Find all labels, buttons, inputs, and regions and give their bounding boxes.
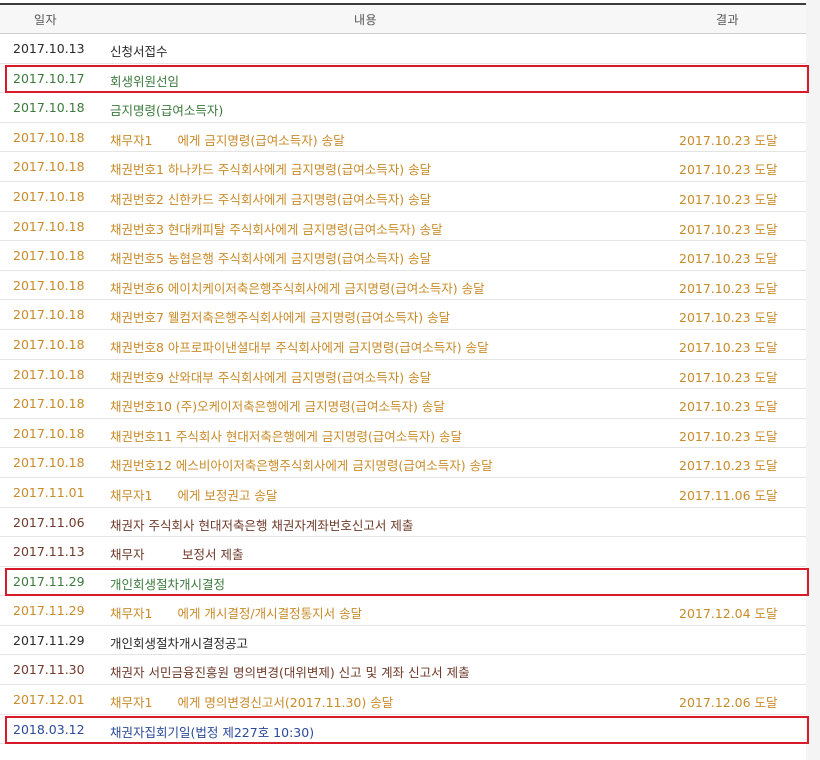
row-date: 2017.11.29 [13, 603, 85, 619]
table-row: 2017.10.18 채권번호9 산와대부 주식회사에게 금지명령(급여소득자) … [0, 360, 806, 390]
row-content: 채무자1 에게 보정권고 송달 [110, 487, 278, 503]
case-progress-table: 일자 내용 결과 2017.10.13 신청서접수 2017.10.17 회생위원선임… [0, 0, 806, 760]
row-content: 채권번호3 현대캐피탈 주식회사에게 금지명령(급여소득자) 송달 [110, 221, 443, 237]
row-content: 신청서접수 [110, 44, 168, 59]
row-content: 채권번호11 주식회사 현대저축은행에게 금지명령(급여소득자) 송달 [110, 428, 463, 444]
table-row: 2017.11.01 채무자1 에게 보정권고 송달 2017.11.06 도달 [0, 478, 806, 508]
table-row: 2017.10.18 채무자1 에게 금지명령(급여소득자) 송달 2017.10.… [0, 123, 806, 153]
table-row: 2017.11.06 채권자 주식회사 현대저축은행 채권자계좌번호신고서 제출 [0, 508, 806, 538]
row-content: 채권번호6 에이치케이저축은행주식회사에게 금지명령(급여소득자) 송달 [110, 280, 485, 296]
row-content: 채권자집회기일(법정 제227호 10:30) [110, 724, 315, 740]
row-content: 채권자 주식회사 현대저축은행 채권자계좌번호신고서 제출 [110, 517, 414, 533]
table-row: 2017.10.18 채권번호8 아프로파이낸셜대부 주식회사에게 금지명령(급여… [0, 330, 806, 360]
table-row: 2017.11.29 개인회생절차개시결정공고 [0, 626, 806, 656]
table-row: 2017.10.18 채권번호7 웰컴저축은행주식회사에게 금지명령(급여소득자)… [0, 300, 806, 330]
row-content: 채무자1 에게 개시결정/개시결정통지서 송달 [110, 606, 363, 622]
row-result: 2017.10.23 도달 [679, 399, 778, 415]
row-result: 2017.10.23 도달 [679, 191, 778, 207]
row-content: 채무자 보정서 제출 [110, 547, 244, 563]
row-content: 채권번호10 (주)오케이저축은행에게 금지명령(급여소득자) 송달 [110, 399, 445, 415]
row-content: 채권번호9 산와대부 주식회사에게 금지명령(급여소득자) 송달 [110, 369, 432, 385]
row-date: 2017.10.18 [13, 455, 85, 471]
row-date: 2017.10.13 [13, 41, 85, 56]
table-row: 2017.10.18 채권번호2 신한카드 주식회사에게 금지명령(급여소득자) … [0, 182, 806, 212]
row-date: 2018.03.12 [13, 721, 85, 737]
table-row: 2017.12.01 채무자1 에게 명의변경신고서(2017.11.30) 송달… [0, 685, 806, 715]
row-date: 2017.10.18 [13, 277, 85, 293]
table-row: 2017.10.13 신청서접수 [0, 34, 806, 64]
row-content: 채권자 서민금융진흥원 명의변경(대위변제) 신고 및 계좌 신고서 제출 [110, 665, 470, 681]
header-content: 내용 [354, 13, 378, 27]
row-result: 2017.10.23 도달 [679, 221, 778, 237]
row-content: 채무자1 에게 명의변경신고서(2017.11.30) 송달 [110, 695, 394, 711]
row-date: 2017.10.18 [13, 396, 85, 412]
table-row: 2017.11.29 채무자1 에게 개시결정/개시결정통지서 송달 2017.12… [0, 596, 806, 626]
row-date: 2017.10.18 [13, 366, 85, 382]
row-date: 2017.10.18 [13, 336, 85, 352]
table-row: 2017.10.18 채권번호11 주식회사 현대저축은행에게 금지명령(급여소득… [0, 419, 806, 449]
row-date: 2017.10.18 [13, 248, 85, 264]
row-result: 2017.10.23 도달 [679, 251, 778, 267]
row-result: 2017.10.23 도달 [679, 428, 778, 444]
row-content: 채권번호12 에스비아이저축은행주식회사에게 금지명령(급여소득자) 송달 [110, 458, 493, 474]
header-result: 결과 [716, 13, 740, 27]
table-row: 2017.10.18 채권번호12 에스비아이저축은행주식회사에게 금지명령(급여… [0, 448, 806, 478]
row-date: 2017.11.01 [13, 484, 85, 500]
table-body: 2017.10.13 신청서접수 2017.10.17 회생위원선임 2017.10.1… [0, 34, 806, 745]
row-result: 2017.10.23 도달 [679, 458, 778, 474]
table-row: 2017.10.18 채권번호10 (주)오케이저축은행에게 금지명령(급여소득자… [0, 389, 806, 419]
row-result: 2017.10.23 도달 [679, 310, 778, 326]
row-content: 채무자1 에게 금지명령(급여소득자) 송달 [110, 132, 345, 148]
table-row: 2017.11.30 채권자 서민금융진흥원 명의변경(대위변제) 신고 및 계좌… [0, 655, 806, 686]
table-row: 2018.03.12 채권자집회기일(법정 제227호 10:30) [0, 715, 806, 745]
row-date: 2017.10.18 [13, 188, 85, 204]
row-date: 2017.10.18 [13, 100, 85, 116]
table-header: 일자 내용 결과 [0, 5, 806, 34]
table-row: 2017.10.17 회생위원선임 [0, 64, 806, 94]
row-result: 2017.12.04 도달 [679, 606, 778, 622]
row-date: 2017.11.13 [13, 544, 85, 560]
row-content: 채권번호7 웰컴저축은행주식회사에게 금지명령(급여소득자) 송달 [110, 310, 451, 326]
row-date: 2017.10.18 [13, 129, 85, 145]
row-content: 개인회생절차개시결정공고 [110, 635, 249, 651]
row-content: 개인회생절차개시결정 [110, 576, 226, 592]
row-date: 2017.10.18 [13, 159, 85, 175]
row-content: 회생위원선임 [110, 73, 180, 89]
row-result: 2017.10.23 도달 [679, 280, 778, 296]
row-content: 채권번호2 신한카드 주식회사에게 금지명령(급여소득자) 송달 [110, 191, 432, 207]
row-result: 2017.10.23 도달 [679, 132, 778, 148]
row-date: 2017.10.18 [13, 218, 85, 234]
row-result: 2017.12.06 도달 [679, 695, 778, 711]
row-content: 채권번호1 하나카드 주식회사에게 금지명령(급여소득자) 송달 [110, 162, 432, 178]
table-row: 2017.11.13 채무자 보정서 제출 [0, 537, 806, 567]
row-date: 2017.10.17 [13, 70, 85, 86]
row-date: 2017.12.01 [13, 692, 85, 708]
row-result: 2017.11.06 도달 [679, 487, 778, 503]
row-result: 2017.10.23 도달 [679, 339, 778, 355]
table-row: 2017.10.18 채권번호6 에이치케이저축은행주식회사에게 금지명령(급여소… [0, 271, 806, 301]
row-date: 2017.11.29 [13, 573, 85, 589]
table-row: 2017.10.18 채권번호3 현대캐피탈 주식회사에게 금지명령(급여소득자)… [0, 212, 806, 242]
row-date: 2017.11.30 [13, 662, 85, 678]
row-date: 2017.11.29 [13, 632, 85, 648]
row-date: 2017.10.18 [13, 425, 85, 441]
header-date: 일자 [34, 13, 58, 27]
scrollbar-track[interactable] [806, 0, 820, 760]
table-row: 2017.10.18 채권번호5 농협은행 주식회사에게 금지명령(급여소득자) … [0, 241, 806, 271]
table-row: 2017.10.18 금지명령(급여소득자) [0, 93, 806, 123]
table-row: 2017.11.29 개인회생절차개시결정 [0, 567, 806, 597]
row-date: 2017.11.06 [13, 514, 85, 530]
row-date: 2017.10.18 [13, 307, 85, 323]
row-content: 금지명령(급여소득자) [110, 103, 224, 119]
row-result: 2017.10.23 도달 [679, 369, 778, 385]
row-content: 채권번호8 아프로파이낸셜대부 주식회사에게 금지명령(급여소득자) 송달 [110, 339, 489, 355]
row-result: 2017.10.23 도달 [679, 162, 778, 178]
row-content: 채권번호5 농협은행 주식회사에게 금지명령(급여소득자) 송달 [110, 251, 432, 267]
table-row: 2017.10.18 채권번호1 하나카드 주식회사에게 금지명령(급여소득자) … [0, 152, 806, 182]
